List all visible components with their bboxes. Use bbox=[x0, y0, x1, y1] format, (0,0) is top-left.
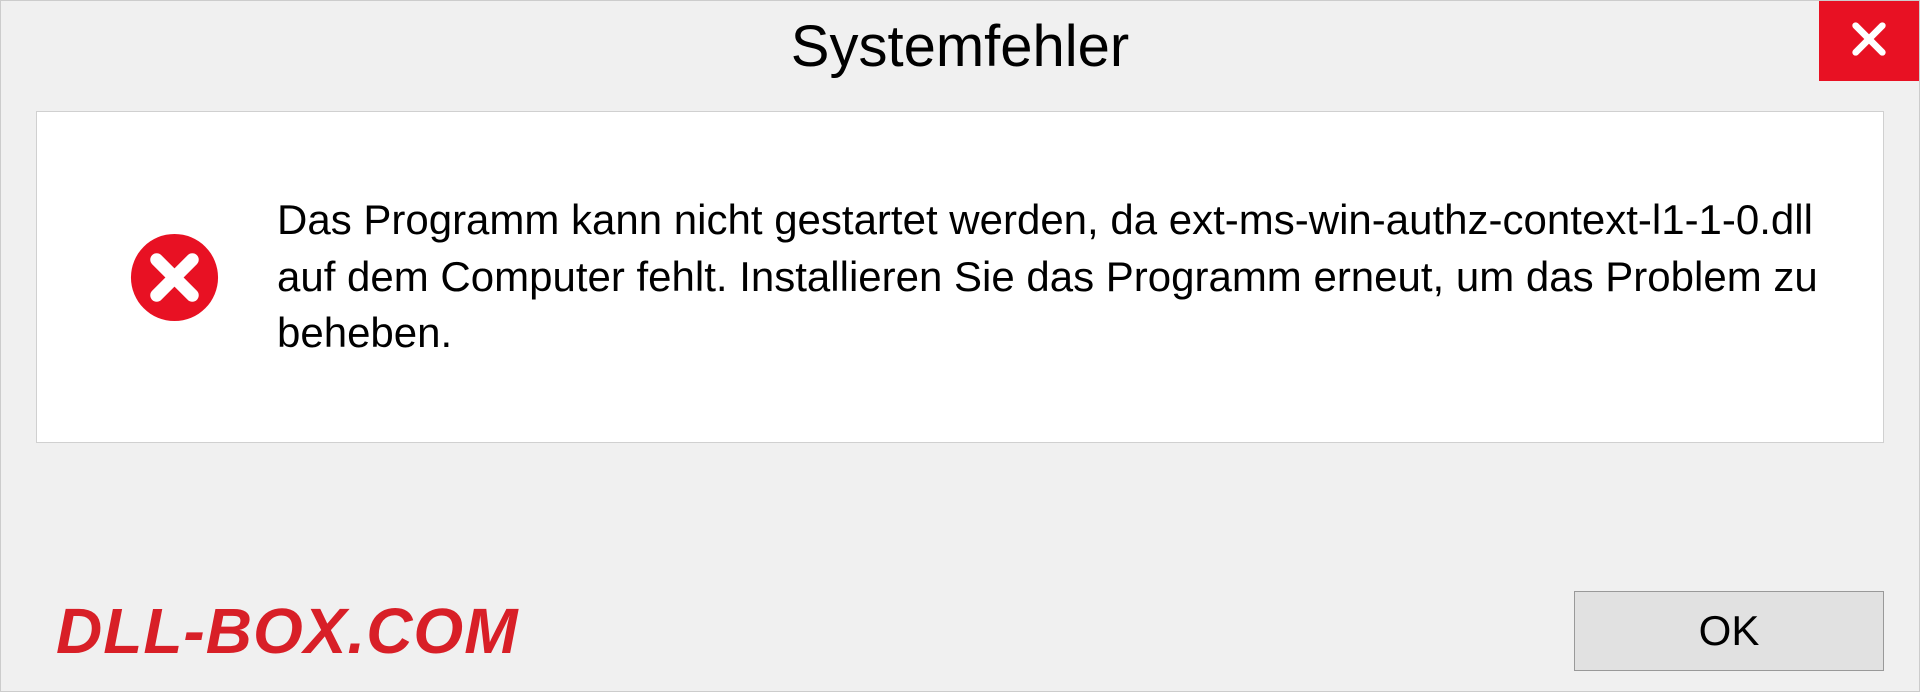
dialog-title: Systemfehler bbox=[791, 13, 1129, 80]
titlebar: Systemfehler bbox=[1, 1, 1919, 91]
error-message: Das Programm kann nicht gestartet werden… bbox=[277, 192, 1823, 362]
watermark-text: DLL-BOX.COM bbox=[56, 594, 519, 668]
close-button[interactable] bbox=[1819, 1, 1919, 81]
ok-button-label: OK bbox=[1699, 607, 1760, 655]
message-panel: Das Programm kann nicht gestartet werden… bbox=[36, 111, 1884, 443]
ok-button[interactable]: OK bbox=[1574, 591, 1884, 671]
error-icon bbox=[127, 230, 222, 325]
close-icon bbox=[1849, 19, 1889, 64]
footer: DLL-BOX.COM OK bbox=[1, 591, 1919, 671]
